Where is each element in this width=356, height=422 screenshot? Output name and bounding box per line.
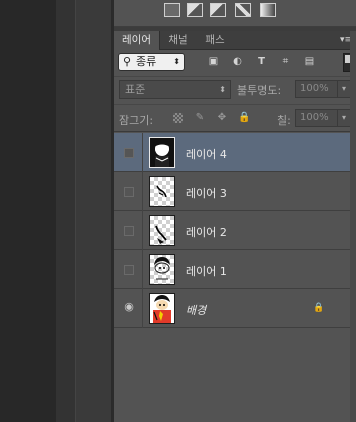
- layer-thumbnail: [149, 176, 175, 207]
- selective-color-icon[interactable]: [210, 3, 226, 17]
- filter-kind-label: 종류: [136, 55, 157, 68]
- visibility-toggle[interactable]: [124, 226, 134, 236]
- collapsed-panel-dock: [75, 0, 112, 422]
- layer-name[interactable]: 레이어 2: [186, 224, 227, 240]
- fill-field[interactable]: 100%: [295, 109, 338, 127]
- layer-filter-row: ⚲ 종류 ⬍ ▣ ◐ T ⌗ ▤: [114, 50, 356, 77]
- layer-row[interactable]: 레이어 2: [114, 211, 356, 250]
- visibility-toggle[interactable]: [124, 187, 134, 197]
- layer-row[interactable]: ◉ 배경 🔒: [114, 289, 356, 328]
- blend-mode-select[interactable]: 표준 ⬍: [119, 80, 231, 99]
- layer-thumbnail: [149, 293, 175, 324]
- adjustments-bar: [114, 0, 356, 27]
- layer-name[interactable]: 레이어 1: [186, 263, 227, 279]
- lock-all-icon[interactable]: 🔒: [238, 112, 250, 124]
- tab-layers[interactable]: 레이어: [114, 31, 160, 50]
- layer-thumbnail: [149, 215, 175, 246]
- visibility-toggle[interactable]: [124, 148, 134, 158]
- tab-channels[interactable]: 채널: [164, 31, 192, 50]
- layer-name[interactable]: 배경: [186, 302, 206, 318]
- opacity-field[interactable]: 100%: [295, 80, 338, 98]
- canvas-area[interactable]: [0, 0, 56, 422]
- lock-icon: 🔒: [313, 303, 325, 313]
- layer-list: 레이어 4 레이어 3 레이어 2 레이어 1 ◉ 배경 🔒: [114, 133, 356, 422]
- blend-opacity-row: 표준 ⬍ 불투명도: 100% ▾: [114, 77, 356, 104]
- pixel-filter-icon[interactable]: ▣: [207, 56, 220, 68]
- gradient-map-icon[interactable]: [260, 3, 276, 17]
- layer-thumbnail: [149, 254, 175, 285]
- fill-label: 칠:: [277, 114, 291, 127]
- layer-name[interactable]: 레이어 4: [186, 146, 227, 162]
- adjustment-filter-icon[interactable]: ◐: [231, 56, 244, 68]
- eye-icon[interactable]: ◉: [122, 301, 136, 313]
- chevron-updown-icon: ⬍: [219, 85, 226, 94]
- layer-row[interactable]: 레이어 3: [114, 172, 356, 211]
- shape-filter-icon[interactable]: ⌗: [279, 56, 292, 68]
- search-icon: ⚲: [123, 55, 132, 68]
- chevron-updown-icon: ⬍: [173, 57, 180, 66]
- layer-row[interactable]: 레이어 1: [114, 250, 356, 289]
- lock-brush-icon[interactable]: ✎: [194, 112, 206, 124]
- layer-name[interactable]: 레이어 3: [186, 185, 227, 201]
- posterize-icon[interactable]: [164, 3, 180, 17]
- panel-scrollbar[interactable]: [350, 31, 356, 422]
- photoshop-window: 레이어 채널 패스 ▾≡ ⚲ 종류 ⬍ ▣ ◐ T ⌗ ▤ 표준 ⬍ 불투명도:…: [0, 0, 356, 422]
- lock-fill-row: 잠그기: ✎ ✥ 🔒 칠: 100% ▾: [114, 104, 356, 132]
- opacity-label: 불투명도:: [237, 84, 282, 97]
- fill-dropdown-arrow[interactable]: ▾: [337, 109, 351, 127]
- panel-tab-bar: 레이어 채널 패스 ▾≡: [114, 31, 356, 50]
- lock-label: 잠그기:: [119, 114, 154, 127]
- threshold-icon[interactable]: [187, 3, 203, 17]
- blend-mode-value: 표준: [125, 83, 146, 96]
- canvas-scroll-gutter: [56, 0, 75, 422]
- lock-move-icon[interactable]: ✥: [216, 112, 228, 124]
- visibility-toggle[interactable]: [124, 265, 134, 275]
- opacity-dropdown-arrow[interactable]: ▾: [337, 80, 351, 98]
- type-filter-icon[interactable]: T: [255, 56, 268, 68]
- filter-kind-dropdown[interactable]: ⚲ 종류 ⬍: [118, 53, 185, 71]
- layer-row[interactable]: 레이어 4: [114, 133, 356, 172]
- lock-transparent-icon[interactable]: [173, 113, 183, 123]
- layer-thumbnail: [149, 137, 175, 168]
- channel-mixer-icon[interactable]: [235, 3, 251, 17]
- smart-object-filter-icon[interactable]: ▤: [303, 56, 316, 68]
- tab-paths[interactable]: 패스: [200, 31, 230, 50]
